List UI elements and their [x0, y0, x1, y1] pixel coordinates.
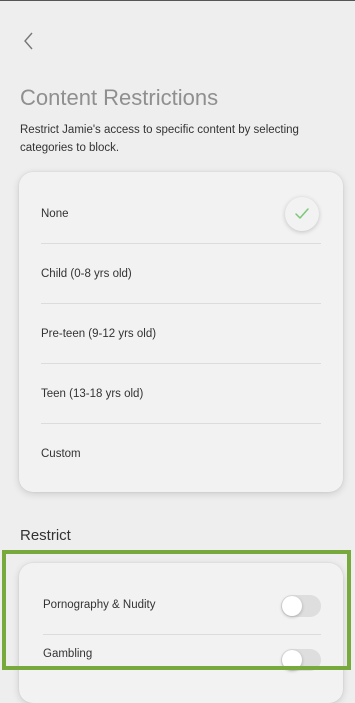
toggle-knob [282, 596, 302, 616]
chevron-left-icon [24, 32, 33, 50]
restriction-level-card: None Child (0-8 yrs old) Pre-teen (9-12 … [19, 172, 343, 492]
option-teen[interactable]: Teen (13-18 yrs old) [41, 364, 321, 424]
restrict-section-title: Restrict [20, 527, 71, 544]
restrict-item-label: Pornography & Nudity [43, 599, 156, 611]
pornography-nudity-toggle[interactable] [281, 595, 321, 617]
option-label: None [41, 208, 69, 220]
option-label: Child (0-8 yrs old) [41, 268, 132, 280]
back-button[interactable] [18, 28, 40, 54]
gambling-toggle[interactable] [281, 649, 321, 671]
restrict-item-gambling: Gambling [43, 635, 321, 695]
page-title: Content Restrictions [20, 85, 219, 110]
option-child[interactable]: Child (0-8 yrs old) [41, 244, 321, 304]
restrict-card: Pornography & Nudity Gambling [19, 563, 343, 703]
option-none[interactable]: None [41, 184, 321, 244]
option-label: Pre-teen (9-12 yrs old) [41, 328, 157, 340]
restrict-item-label: Gambling [43, 648, 93, 660]
toggle-knob [282, 650, 302, 670]
selected-check-button[interactable] [285, 197, 319, 231]
option-pre-teen[interactable]: Pre-teen (9-12 yrs old) [41, 304, 321, 364]
top-divider [0, 0, 355, 1]
checkmark-icon [295, 208, 309, 219]
option-custom[interactable]: Custom [41, 424, 321, 484]
page-description: Restrict Jamie's access to specific cont… [20, 124, 299, 154]
option-label: Teen (13-18 yrs old) [41, 388, 144, 400]
option-label: Custom [41, 448, 81, 460]
restrict-item-pornography-nudity: Pornography & Nudity [43, 575, 321, 635]
